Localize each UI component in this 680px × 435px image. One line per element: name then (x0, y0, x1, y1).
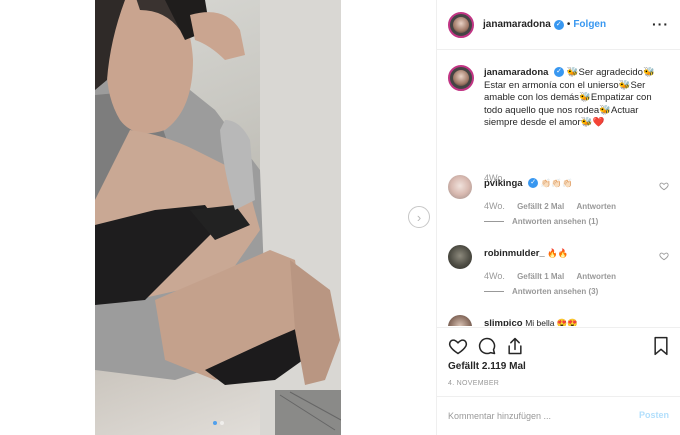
view-replies-label: Antworten ansehen (3) (512, 287, 599, 296)
comments-list[interactable]: janamaradona ✓ 🐝Ser agradecido🐝Estar en … (437, 51, 680, 326)
like-comment-heart-icon[interactable] (659, 181, 669, 191)
bookmark-icon[interactable] (651, 336, 671, 356)
share-icon[interactable] (505, 336, 525, 356)
carousel-indicator (95, 421, 341, 425)
post-actions: Gefällt 2.119 Mal 4. NOVEMBER (437, 327, 680, 397)
reply-button[interactable]: Antworten (576, 272, 616, 281)
view-replies-button[interactable]: Antworten ansehen (1) (484, 217, 598, 226)
author-username[interactable]: janamaradona (483, 19, 551, 30)
comment-likes[interactable]: Gefällt 1 Mal (517, 272, 564, 281)
carousel-dot (219, 421, 224, 425)
replies-divider-line (484, 221, 504, 223)
comment-text: 👏🏻👏🏻👏🏻 (540, 178, 573, 188)
post-comment-button[interactable]: Posten (639, 410, 669, 420)
comment-avatar[interactable] (448, 245, 472, 269)
verified-badge-icon: ✓ (554, 67, 565, 78)
view-replies-button[interactable]: Antworten ansehen (3) (484, 287, 598, 296)
comment-text: 🔥🔥 (547, 248, 569, 258)
comment-input[interactable] (448, 411, 618, 421)
photo-illustration (95, 0, 341, 435)
verified-badge-icon: ✓ (528, 178, 539, 189)
comment-avatar[interactable] (448, 315, 472, 326)
view-replies-label: Antworten ansehen (1) (512, 217, 599, 226)
comment-timestamp[interactable]: 4Wo. (484, 271, 505, 281)
comment-avatar[interactable] (448, 175, 472, 199)
comment-meta: 4Wo. Gefällt 2 Mal Antworten (484, 201, 626, 211)
next-slide-button[interactable]: › (408, 206, 430, 228)
comment-username[interactable]: pvikinga (484, 178, 523, 189)
post-header: janamaradona ✓ • Folgen ··· (437, 0, 680, 50)
post-date[interactable]: 4. NOVEMBER (448, 380, 499, 387)
replies-divider-line (484, 291, 504, 293)
caption-avatar[interactable] (448, 65, 474, 91)
comment-likes[interactable]: Gefällt 2 Mal (517, 202, 564, 211)
more-options-icon[interactable]: ··· (652, 16, 669, 32)
comment-body: pvikinga ✓ 👏🏻👏🏻👏🏻 (484, 177, 654, 190)
header-separator: • (566, 19, 571, 30)
comment-timestamp[interactable]: 4Wo. (484, 201, 505, 211)
carousel-dot-active (212, 421, 217, 425)
comment-bubble-icon[interactable] (477, 336, 497, 356)
like-heart-icon[interactable] (448, 336, 468, 356)
author-avatar[interactable] (448, 11, 474, 38)
comment-meta: 4Wo. Gefällt 1 Mal Antworten (484, 271, 626, 281)
comment-body: slimpico Mi bella 😍😍 (484, 317, 654, 326)
verified-badge-icon: ✓ (553, 19, 564, 30)
caption-text-block: janamaradona ✓ 🐝Ser agradecido🐝Estar en … (484, 67, 664, 130)
caption-username[interactable]: janamaradona (484, 67, 548, 78)
chevron-right-icon: › (416, 209, 422, 225)
post-photo[interactable] (95, 0, 341, 435)
follow-button[interactable]: Folgen (573, 19, 606, 30)
reply-button[interactable]: Antworten (576, 202, 616, 211)
like-comment-heart-icon[interactable] (659, 251, 669, 261)
post-side-panel: janamaradona ✓ • Folgen ··· janamaradona… (436, 0, 680, 435)
comment-text: Mi bella 😍😍 (525, 318, 579, 326)
likes-count[interactable]: Gefällt 2.119 Mal (448, 361, 526, 372)
comment-body: robinmulder_ 🔥🔥 (484, 247, 654, 260)
comment-username[interactable]: robinmulder_ (484, 248, 545, 259)
comment-username[interactable]: slimpico (484, 318, 523, 326)
comment-composer: Posten (437, 396, 680, 435)
